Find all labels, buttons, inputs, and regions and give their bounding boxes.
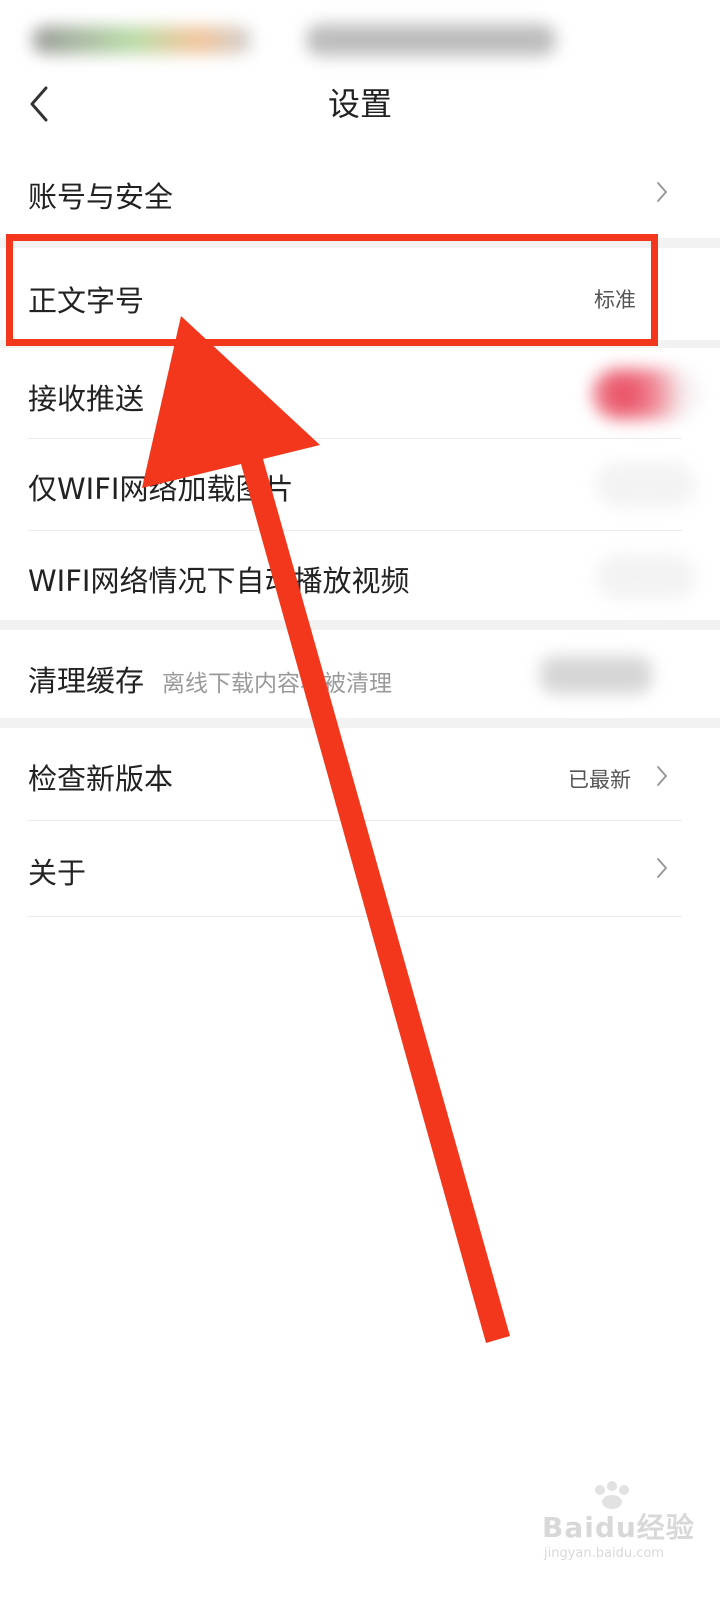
settings-item-label: 账号与安全 bbox=[28, 180, 174, 214]
push-toggle[interactable] bbox=[592, 368, 700, 420]
status-bar-blur-right bbox=[306, 24, 556, 56]
navigation-bar: 设置 bbox=[0, 68, 720, 140]
settings-item-note: 离线下载内容将被清理 bbox=[162, 671, 392, 697]
chevron-right-icon bbox=[657, 766, 667, 786]
page-title: 设置 bbox=[327, 85, 392, 123]
settings-item-check-update[interactable]: 检查新版本 已最新 bbox=[0, 728, 720, 820]
settings-item-clear-cache[interactable]: 清理缓存 离线下载内容将被清理 bbox=[0, 630, 720, 718]
watermark: Baidu经验 jingyan.baidu.com bbox=[536, 1481, 706, 1576]
watermark-main-text: Baidu经验 bbox=[542, 1511, 695, 1544]
settings-item-label: WIFI网络情况下自动播放视频 bbox=[28, 564, 410, 598]
section-gap bbox=[0, 718, 720, 728]
wifi-video-toggle[interactable] bbox=[596, 554, 696, 600]
divider bbox=[28, 820, 682, 821]
settings-item-push[interactable]: 接收推送 bbox=[0, 348, 720, 438]
watermark-sub-text: jingyan.baidu.com bbox=[544, 1546, 664, 1561]
settings-item-wifi-video[interactable]: WIFI网络情况下自动播放视频 bbox=[0, 532, 720, 620]
settings-item-about[interactable]: 关于 bbox=[0, 822, 720, 916]
settings-item-label: 检查新版本 bbox=[28, 762, 174, 796]
chevron-right-icon bbox=[657, 182, 667, 202]
settings-item-label: 关于 bbox=[28, 856, 87, 890]
divider bbox=[28, 530, 682, 531]
wifi-images-toggle[interactable] bbox=[596, 462, 696, 508]
settings-item-label: 仅WIFI网络加载图片 bbox=[28, 472, 294, 506]
divider bbox=[28, 916, 682, 917]
chevron-right-icon bbox=[657, 858, 667, 878]
settings-item-label: 接收推送 bbox=[28, 382, 145, 416]
annotation-highlight-box bbox=[6, 234, 658, 346]
settings-item-label: 清理缓存 bbox=[28, 664, 145, 698]
section-gap bbox=[0, 620, 720, 630]
settings-item-wifi-images[interactable]: 仅WIFI网络加载图片 bbox=[0, 440, 720, 530]
settings-item-value: 已最新 bbox=[568, 768, 631, 792]
cache-size-blur bbox=[540, 656, 652, 694]
status-bar-blur-left bbox=[32, 26, 252, 54]
divider bbox=[28, 438, 682, 439]
settings-item-account[interactable]: 账号与安全 bbox=[0, 146, 720, 238]
